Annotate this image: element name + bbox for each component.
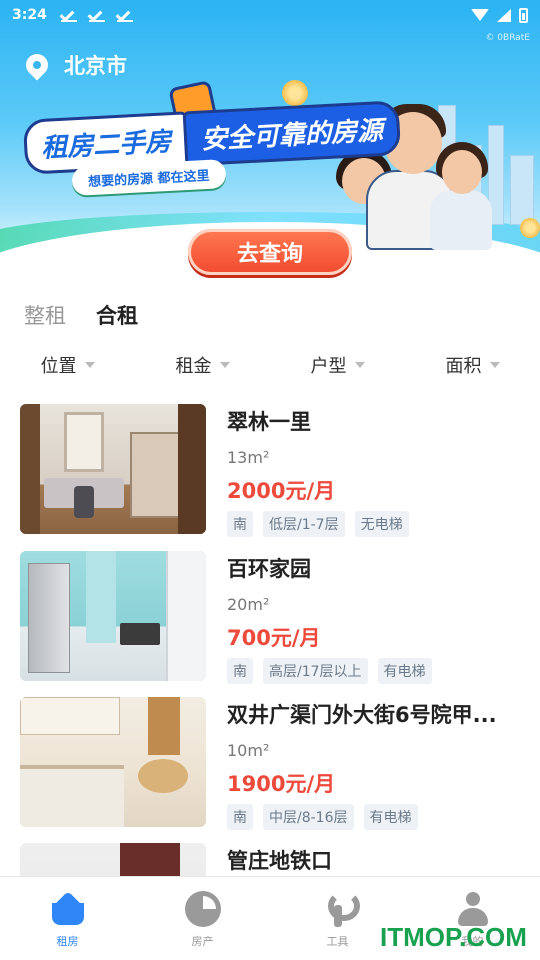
coin-illustration xyxy=(282,80,308,106)
floor-tag: 中层/8-16层 xyxy=(263,804,354,830)
tab-whole-rent[interactable]: 整租 xyxy=(24,300,66,330)
download-done-icon xyxy=(88,8,105,22)
banner-headline-part2: 安全可靠的房源 xyxy=(182,100,402,167)
status-time: 3:24 xyxy=(12,7,47,23)
location-selector[interactable]: 北京市 xyxy=(21,49,127,81)
tab-shared-rent[interactable]: 合租 xyxy=(96,300,138,330)
filter-rent[interactable]: 租金 xyxy=(135,350,270,380)
listing-title: 百环家园 xyxy=(227,557,311,581)
download-done-icon xyxy=(116,8,133,22)
filter-label: 面积 xyxy=(445,356,482,377)
caret-down-icon xyxy=(219,362,230,368)
nav-rent[interactable]: 租房 xyxy=(0,877,135,960)
signal-icon xyxy=(497,8,511,22)
listing-card[interactable]: 百环家园 20m² 700元/月 南 高层/17层以上 有电梯 xyxy=(0,551,540,684)
download-done-icon xyxy=(60,8,77,22)
search-now-button[interactable]: 去查询 xyxy=(188,229,352,275)
listing-price: 1900元/月 xyxy=(227,772,336,796)
elevator-tag: 有电梯 xyxy=(363,804,418,830)
listing-photo xyxy=(20,551,206,681)
caret-down-icon xyxy=(489,362,500,368)
filter-area[interactable]: 面积 xyxy=(405,350,540,380)
elevator-tag: 有电梯 xyxy=(377,658,432,684)
listing-title: 双井广渠门外大街6号院甲... xyxy=(227,703,497,727)
coin-illustration xyxy=(520,218,540,238)
listing-price: 700元/月 xyxy=(227,626,321,650)
pie-chart-icon xyxy=(184,891,221,927)
location-pin-icon xyxy=(21,49,53,81)
filter-layout[interactable]: 户型 xyxy=(270,350,405,380)
listing-title: 管庄地铁口 xyxy=(227,849,332,873)
nav-label: 房产 xyxy=(191,935,214,948)
floor-tag: 高层/17层以上 xyxy=(263,658,368,684)
listing-photo xyxy=(20,697,206,827)
listing-tags: 南 高层/17层以上 有电梯 xyxy=(227,658,520,684)
caret-down-icon xyxy=(354,362,365,368)
site-watermark: ITMOP.COM xyxy=(380,922,527,952)
character-illustration xyxy=(430,190,492,250)
elevator-tag: 无电梯 xyxy=(354,511,409,537)
filter-location[interactable]: 位置 xyxy=(0,350,135,380)
filter-label: 户型 xyxy=(310,356,347,377)
listing-title: 翠林一里 xyxy=(227,410,311,434)
filter-label: 租金 xyxy=(175,356,212,377)
listing-area: 20m² xyxy=(227,595,270,614)
orientation-tag: 南 xyxy=(227,658,253,684)
listing-tags: 南 低层/1-7层 无电梯 xyxy=(227,511,520,537)
listing-photo xyxy=(20,404,206,534)
listing-card[interactable]: 翠林一里 13m² 2000元/月 南 低层/1-7层 无电梯 xyxy=(0,404,540,537)
orientation-tag: 南 xyxy=(227,511,253,537)
rent-type-tabs: 整租 合租 xyxy=(24,300,138,330)
wifi-icon xyxy=(471,9,489,21)
filter-label: 位置 xyxy=(40,356,77,377)
listing-area: 10m² xyxy=(227,741,270,760)
listing-card[interactable]: 双井广渠门外大街6号院甲... 10m² 1900元/月 南 中层/8-16层 … xyxy=(0,697,540,830)
orientation-tag: 南 xyxy=(227,804,253,830)
city-name: 北京市 xyxy=(64,54,127,78)
listing-price: 2000元/月 xyxy=(227,479,336,503)
banner-corner-mark: © 0BRatE xyxy=(485,33,530,43)
caret-down-icon xyxy=(84,362,95,368)
character-illustration xyxy=(442,150,482,194)
wrench-icon xyxy=(320,891,360,927)
status-bar: 3:24 xyxy=(0,0,540,30)
floor-tag: 低层/1-7层 xyxy=(263,511,345,537)
nav-label: 工具 xyxy=(326,935,349,948)
nav-property[interactable]: 房产 xyxy=(135,877,270,960)
listing-area: 13m² xyxy=(227,448,270,467)
filter-bar: 位置 租金 户型 面积 xyxy=(0,350,540,380)
nav-label: 租房 xyxy=(56,935,79,948)
home-icon xyxy=(50,891,86,927)
listing-tags: 南 中层/8-16层 有电梯 xyxy=(227,804,520,830)
battery-icon xyxy=(519,7,528,23)
